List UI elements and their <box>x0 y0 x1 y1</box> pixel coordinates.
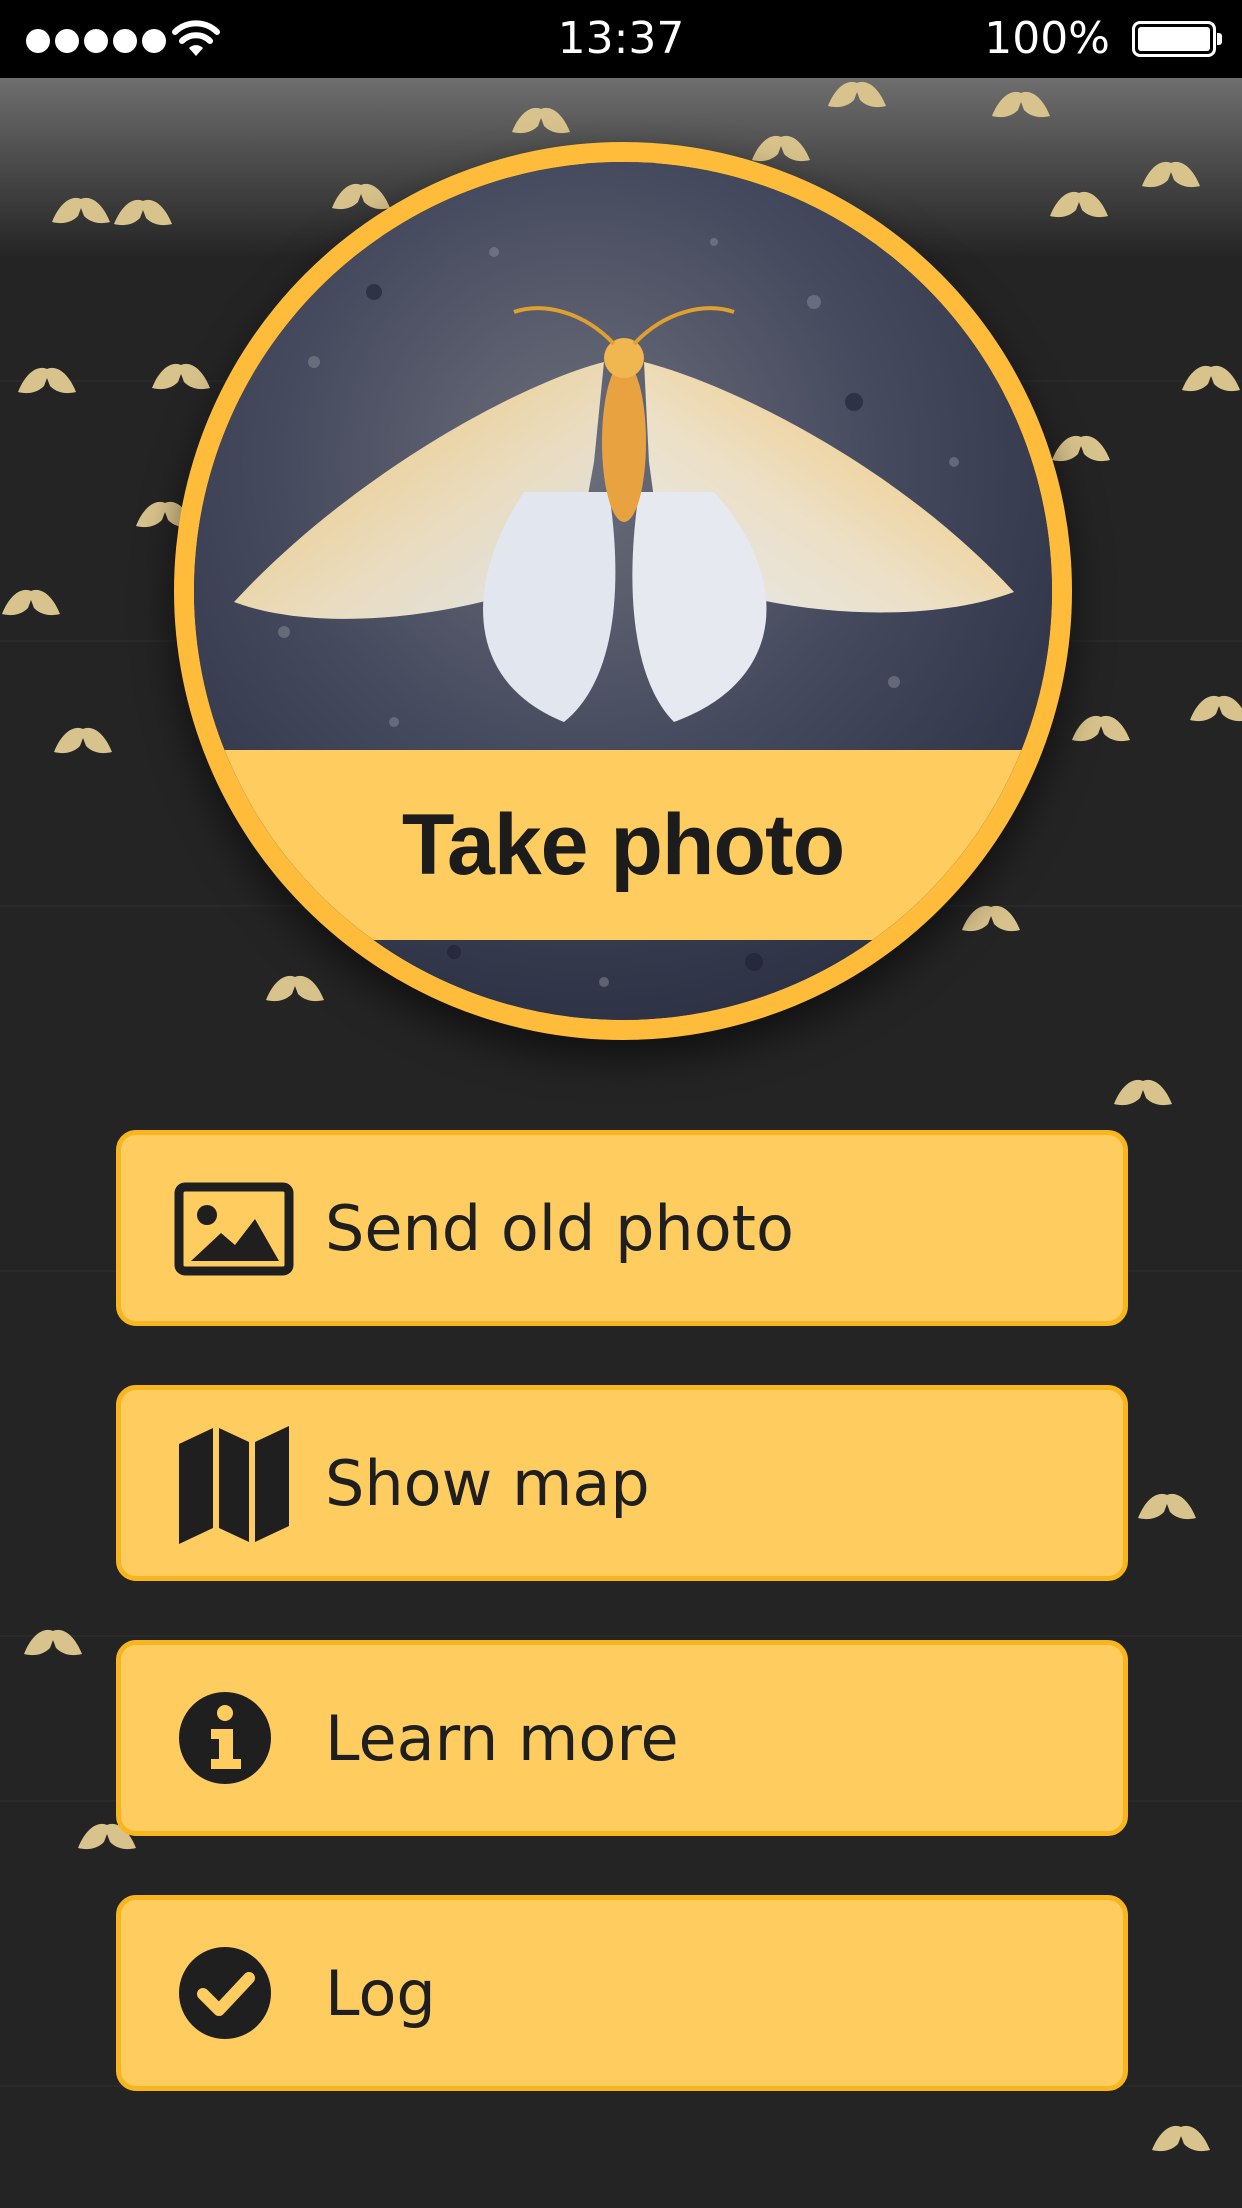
image-icon <box>174 1182 294 1276</box>
take-photo-button[interactable]: Take photo <box>174 142 1072 1040</box>
log-label: Log <box>325 1956 436 2030</box>
moth-icon <box>510 104 572 138</box>
show-map-button[interactable]: Show map <box>116 1385 1128 1581</box>
learn-more-label: Learn more <box>325 1701 679 1775</box>
log-button[interactable]: Log <box>116 1895 1128 2091</box>
moth-icon <box>1136 1490 1198 1524</box>
moth-icon <box>1050 432 1112 466</box>
moth-icon <box>750 132 812 166</box>
moth-icon <box>1140 158 1202 192</box>
moth-icon <box>50 194 112 228</box>
send-old-photo-label: Send old photo <box>325 1191 794 1265</box>
moth-icon <box>0 586 62 620</box>
show-map-label: Show map <box>325 1446 650 1520</box>
moth-icon <box>112 196 174 230</box>
take-photo-label: Take photo <box>401 796 845 893</box>
moth-icon <box>1112 1076 1174 1110</box>
battery-icon <box>1132 21 1222 57</box>
moth-icon <box>1150 2122 1212 2156</box>
map-icon <box>179 1426 289 1544</box>
moth-icon <box>1180 362 1242 396</box>
moth-icon <box>1048 188 1110 222</box>
status-bar: 13:37 100% <box>0 0 1242 78</box>
battery-fill <box>1138 27 1210 51</box>
moth-icon <box>16 364 78 398</box>
moth-icon <box>826 78 888 112</box>
send-old-photo-button[interactable]: Send old photo <box>116 1130 1128 1326</box>
moth-icon <box>52 724 114 758</box>
moth-icon <box>22 1626 84 1660</box>
moth-icon <box>1070 712 1132 746</box>
moth-icon <box>990 88 1052 122</box>
moth-photo: Take photo <box>194 162 1052 1020</box>
take-photo-band: Take photo <box>194 750 1052 940</box>
moth-icon <box>1188 692 1242 726</box>
learn-more-button[interactable]: Learn more <box>116 1640 1128 1836</box>
divider <box>0 1635 1242 1637</box>
check-icon <box>179 1947 271 2039</box>
battery-percentage: 100% <box>984 13 1110 64</box>
info-icon <box>179 1692 271 1784</box>
